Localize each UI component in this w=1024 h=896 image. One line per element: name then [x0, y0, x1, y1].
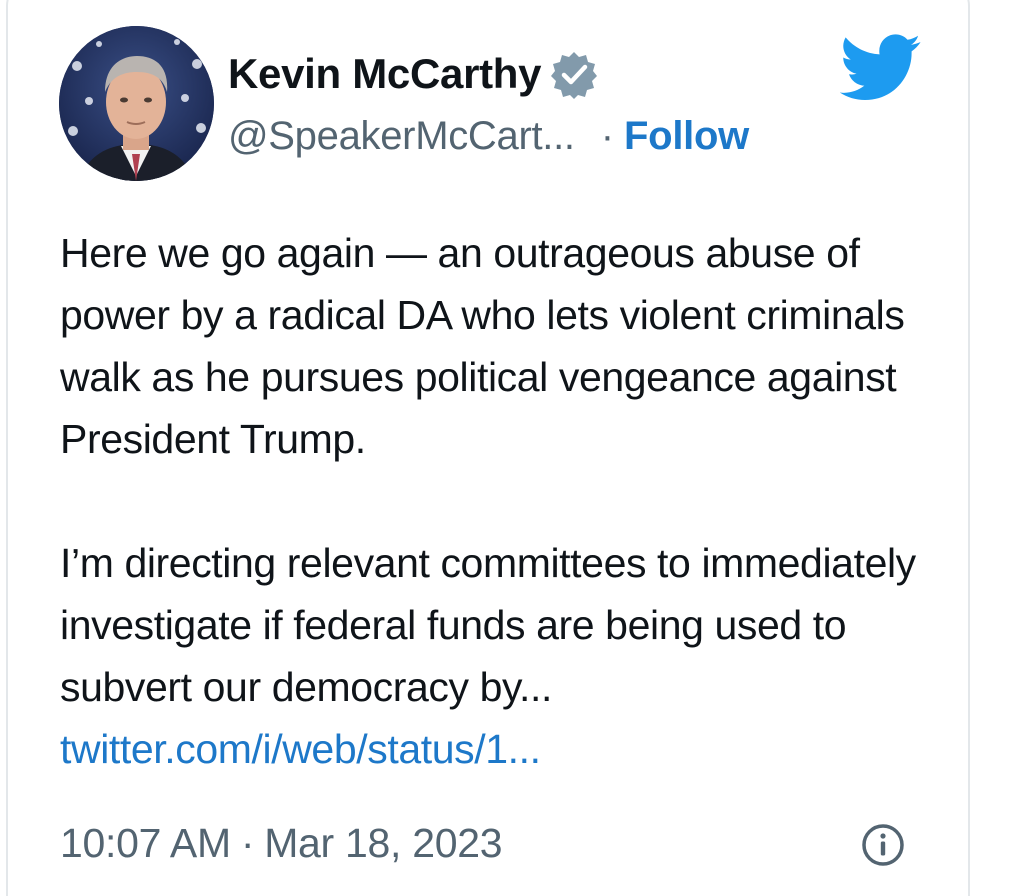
- page: Kevin McCarthy @SpeakerMcCart... · Follo…: [0, 0, 1024, 896]
- tweet-date: Mar 18, 2023: [264, 819, 503, 866]
- author-name-row: Kevin McCarthy: [228, 44, 599, 104]
- tweet-paragraph-2-text: I’m directing relevant committees to imm…: [60, 540, 916, 710]
- avatar[interactable]: [59, 26, 214, 181]
- tweet-body: Here we go again — an outrageous abuse o…: [60, 222, 940, 780]
- twitter-bird-icon[interactable]: [839, 34, 922, 102]
- author-handle-row: @SpeakerMcCart... · Follow: [228, 108, 749, 164]
- author-handle[interactable]: @SpeakerMcCart...: [228, 114, 575, 159]
- follow-button[interactable]: Follow: [624, 114, 749, 159]
- timestamp-separator: ·: [240, 819, 255, 866]
- tweet-paragraph-2: I’m directing relevant committees to imm…: [60, 532, 940, 780]
- author-display-name[interactable]: Kevin McCarthy: [228, 50, 542, 98]
- tweet-time: 10:07 AM: [60, 819, 231, 866]
- tweet-status-link[interactable]: twitter.com/i/web/status/1...: [60, 726, 541, 772]
- info-icon[interactable]: [860, 822, 906, 868]
- tweet-paragraph-1: Here we go again — an outrageous abuse o…: [60, 230, 905, 462]
- verified-badge-icon: [549, 49, 599, 99]
- handle-separator: ·: [600, 113, 615, 158]
- timestamp-row[interactable]: 10:07 AM · Mar 18, 2023: [60, 812, 503, 874]
